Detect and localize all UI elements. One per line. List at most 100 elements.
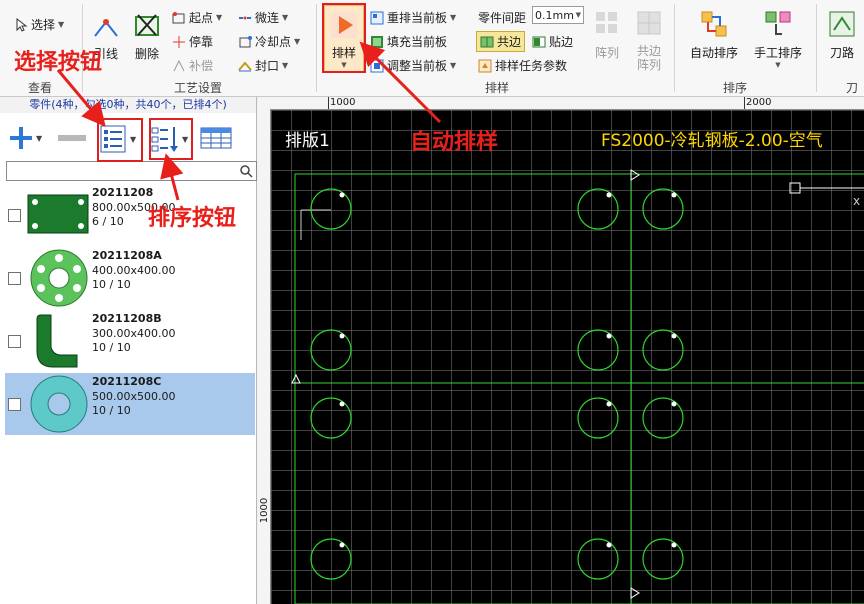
part-circle[interactable] bbox=[577, 329, 619, 371]
fill-current-sheet-button[interactable]: 填充当前板 bbox=[370, 33, 447, 50]
lead-line-icon bbox=[94, 19, 118, 37]
adjust-icon bbox=[370, 59, 384, 72]
part-circle[interactable] bbox=[642, 538, 684, 580]
chevron-down-icon: ▼ bbox=[775, 61, 781, 69]
divider bbox=[674, 4, 675, 92]
chevron-down-icon: ▼ bbox=[575, 11, 581, 19]
part-circle[interactable] bbox=[310, 538, 352, 580]
part-name: 20211208C bbox=[92, 375, 162, 388]
list-item[interactable]: 20211208B 300.00x400.00 10 / 10 bbox=[5, 310, 255, 372]
part-circle[interactable] bbox=[642, 188, 684, 230]
part-count: 10 / 10 bbox=[92, 404, 131, 417]
part-checkbox[interactable] bbox=[8, 209, 21, 222]
stop-button[interactable]: 停靠 bbox=[172, 33, 213, 50]
table-view-button[interactable] bbox=[200, 126, 234, 152]
part-circle[interactable] bbox=[577, 188, 619, 230]
chevron-down-icon: ▼ bbox=[216, 13, 223, 22]
sheet-border bbox=[294, 173, 864, 604]
common-edge-toggle[interactable]: 共边 bbox=[476, 31, 526, 52]
list-item[interactable]: 20211208A 400.00x400.00 10 / 10 bbox=[5, 247, 255, 309]
part-count: 6 / 10 bbox=[92, 215, 124, 228]
start-points bbox=[339, 192, 677, 548]
view-group-label: 查看 bbox=[28, 81, 53, 95]
params-icon bbox=[478, 59, 492, 72]
common-edge-array-button[interactable]: 共边 阵列 bbox=[634, 10, 664, 72]
chevron-down-icon: ▼ bbox=[58, 20, 65, 29]
part-circle[interactable] bbox=[310, 188, 352, 230]
common-edge-array-icon bbox=[637, 11, 661, 35]
auto-sort-icon bbox=[701, 11, 727, 37]
table-icon bbox=[200, 127, 232, 149]
seal-icon bbox=[238, 60, 252, 71]
array-button[interactable]: 阵列 bbox=[592, 10, 622, 61]
part-checkbox[interactable] bbox=[8, 335, 21, 348]
chevron-down-icon: ▼ bbox=[36, 133, 43, 143]
part-circle[interactable] bbox=[577, 538, 619, 580]
tool-group-label: 刀 bbox=[846, 81, 859, 95]
renest-current-sheet-button[interactable]: 重排当前板 ▼ bbox=[370, 9, 456, 26]
part-circle[interactable] bbox=[310, 329, 352, 371]
remove-part-button[interactable] bbox=[58, 135, 86, 141]
nesting-canvas[interactable]: 排版1 FS2000-冷轧钢板-2.00-空气 x bbox=[271, 110, 864, 604]
add-part-button[interactable]: ▼ bbox=[8, 125, 48, 151]
cursor-icon bbox=[16, 17, 28, 32]
part-search-input[interactable] bbox=[6, 161, 257, 181]
part-checkbox[interactable] bbox=[8, 398, 21, 411]
auto-nest-annotation: 自动排样 bbox=[410, 130, 499, 155]
parts-panel: 零件(4种，勾选0种，共40个，已排4个) ▼ ▼ ▼ 20211208 800… bbox=[0, 97, 257, 604]
sort-group-label: 排序 bbox=[723, 81, 748, 95]
chevron-down-icon: ▼ bbox=[450, 61, 457, 70]
part-spacing-select[interactable]: 0.1mm ▼ bbox=[532, 6, 584, 24]
vertical-ruler: 1000 bbox=[258, 109, 271, 604]
select-button[interactable]: 选择 ▼ bbox=[14, 16, 64, 33]
ruler-tick-label: 1000 bbox=[259, 497, 271, 524]
fill-icon bbox=[371, 35, 383, 48]
parts-summary: 零件(4种，勾选0种，共40个，已排4个) bbox=[0, 97, 256, 113]
nest-task-params-button[interactable]: 排样任务参数 bbox=[478, 57, 567, 74]
horizontal-ruler: 1000 2000 bbox=[258, 97, 864, 110]
adjust-current-sheet-button[interactable]: 调整当前板 ▼ bbox=[370, 57, 456, 74]
part-circle[interactable] bbox=[642, 329, 684, 371]
divider bbox=[316, 4, 317, 92]
stick-edge-toggle[interactable]: 贴边 bbox=[532, 33, 573, 50]
micro-link-button[interactable]: 微连 ▼ bbox=[238, 9, 288, 26]
l-bracket-icon bbox=[36, 314, 78, 368]
sort-button-annotation: 排序按钮 bbox=[148, 206, 237, 231]
tool-path-button[interactable]: 刀路 bbox=[824, 10, 860, 61]
manual-sort-button[interactable]: 手工排序 ▼ bbox=[750, 10, 806, 69]
part-spacing-label: 零件间距 bbox=[478, 11, 527, 25]
select-button-highlight bbox=[97, 118, 143, 162]
chevron-down-icon: ▼ bbox=[282, 13, 289, 22]
delete-button[interactable]: 删除 bbox=[130, 10, 164, 62]
search-icon[interactable] bbox=[239, 164, 253, 178]
part-circle[interactable] bbox=[310, 397, 352, 439]
ruler-marker bbox=[328, 97, 329, 109]
part-name: 20211208B bbox=[92, 312, 162, 325]
part-circle[interactable] bbox=[577, 397, 619, 439]
part-checkbox[interactable] bbox=[8, 272, 21, 285]
common-edge-icon bbox=[480, 36, 494, 47]
seal-button[interactable]: 封口 ▼ bbox=[238, 57, 288, 74]
renest-icon bbox=[370, 11, 384, 24]
part-size: 500.00x500.00 bbox=[92, 390, 176, 403]
array-icon bbox=[596, 12, 617, 33]
compensate-icon bbox=[173, 59, 185, 71]
list-item[interactable]: 20211208C 500.00x500.00 10 / 10 bbox=[5, 373, 255, 435]
auto-sort-button[interactable]: 自动排序 bbox=[686, 10, 742, 61]
part-count: 10 / 10 bbox=[92, 278, 131, 291]
compensate-button[interactable]: 补偿 bbox=[172, 57, 213, 74]
rect-plate-icon bbox=[27, 194, 89, 234]
origin-marker bbox=[630, 587, 640, 599]
origin-marker bbox=[291, 373, 301, 384]
part-size: 300.00x400.00 bbox=[92, 327, 176, 340]
part-name: 20211208 bbox=[92, 186, 154, 199]
part-circle[interactable] bbox=[642, 397, 684, 439]
delete-icon bbox=[135, 14, 159, 36]
cooling-point-icon bbox=[239, 35, 252, 47]
ring-icon bbox=[30, 375, 88, 433]
cooling-point-button[interactable]: 冷却点 ▼ bbox=[238, 33, 300, 50]
start-point-button[interactable]: 起点 ▼ bbox=[172, 9, 222, 26]
plus-icon bbox=[10, 127, 32, 149]
sheet-drawing bbox=[291, 169, 864, 604]
ring-plate-icon bbox=[30, 249, 88, 307]
